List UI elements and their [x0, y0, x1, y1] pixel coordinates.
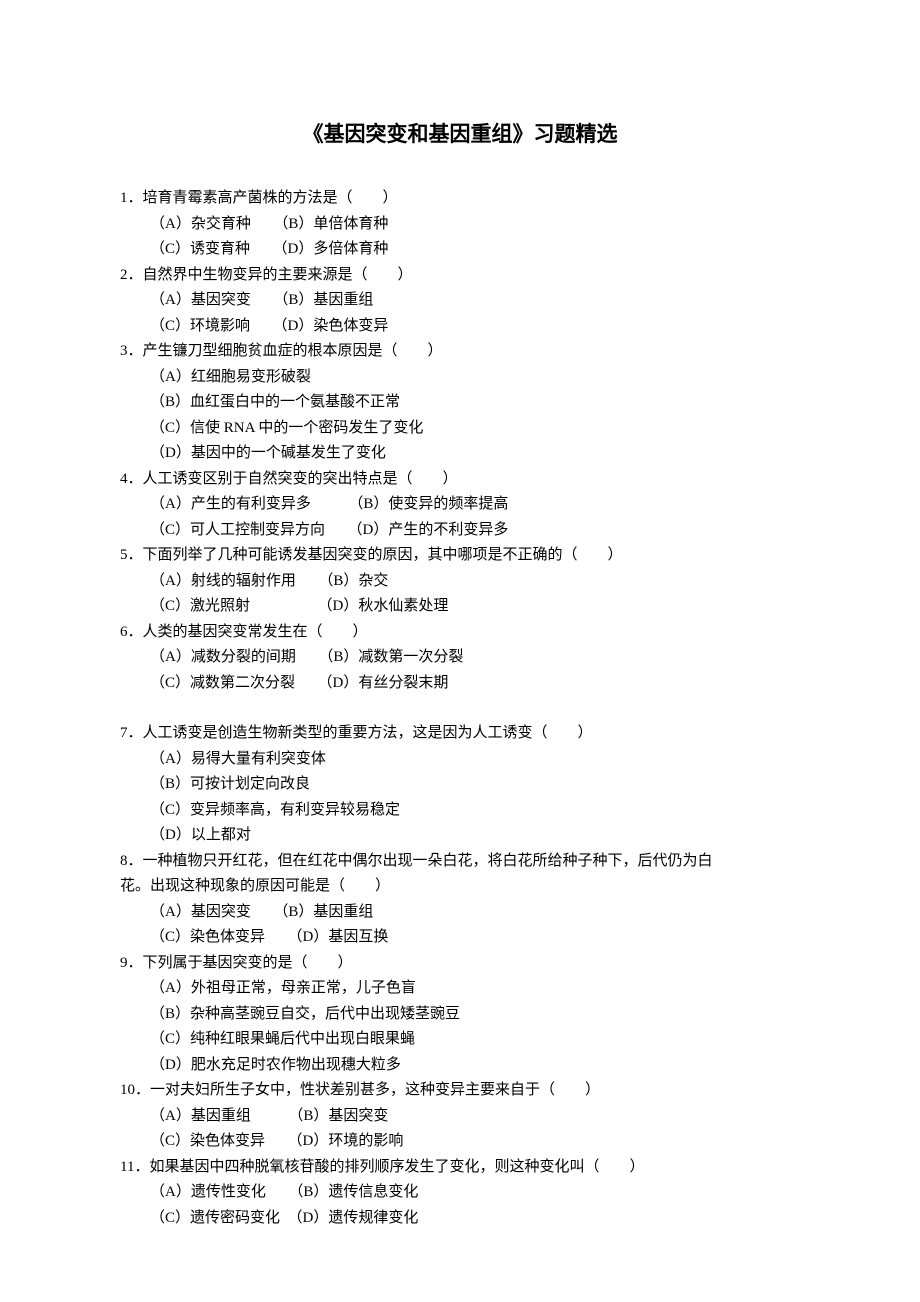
question-stem: 3．产生镰刀型细胞贫血症的根本原因是（ ）	[120, 339, 800, 365]
option-line: （C）减数第二次分裂 （D）有丝分裂末期	[120, 671, 800, 697]
option-line: （A）遗传性变化 （B）遗传信息变化	[120, 1180, 800, 1206]
option-line: （A）红细胞易变形破裂	[120, 365, 800, 391]
question-stem: 7．人工诱变是创造生物新类型的重要方法，这是因为人工诱变（ ）	[120, 721, 800, 747]
option-line: （D）基因中的一个碱基发生了变化	[120, 441, 800, 467]
option-line: （C）环境影响 （D）染色体变异	[120, 314, 800, 340]
option-line: （A）杂交育种 （B）单倍体育种	[120, 212, 800, 238]
option-line: （C）信使 RNA 中的一个密码发生了变化	[120, 416, 800, 442]
question-stem: 6．人类的基因突变常发生在（ ）	[120, 620, 800, 646]
option-line: （B）可按计划定向改良	[120, 772, 800, 798]
page-title: 《基因突变和基因重组》习题精选	[120, 118, 800, 148]
question-stem: 11．如果基因中四种脱氧核苷酸的排列顺序发生了变化，则这种变化叫（ ）	[120, 1155, 800, 1181]
question-stem: 4．人工诱变区别于自然突变的突出特点是（ ）	[120, 467, 800, 493]
question-stem-cont: 花。出现这种现象的原因可能是（ ）	[120, 874, 800, 900]
option-line: （A）基因突变 （B）基因重组	[120, 900, 800, 926]
option-line: （C）染色体变异 （D）基因互换	[120, 925, 800, 951]
option-line: （C）诱变育种 （D）多倍体育种	[120, 237, 800, 263]
option-line: （C）可人工控制变异方向 （D）产生的不利变异多	[120, 518, 800, 544]
option-line: （A）减数分裂的间期 （B）减数第一次分裂	[120, 645, 800, 671]
option-line: （A）射线的辐射作用 （B）杂交	[120, 569, 800, 595]
option-line: （C）纯种红眼果蝇后代中出现白眼果蝇	[120, 1027, 800, 1053]
question-stem: 10．一对夫妇所生子女中，性状差别甚多，这种变异主要来自于（ ）	[120, 1078, 800, 1104]
option-line: （B）血红蛋白中的一个氨基酸不正常	[120, 390, 800, 416]
question-stem: 1．培育青霉素高产菌株的方法是（ ）	[120, 186, 800, 212]
option-line: （D）肥水充足时农作物出现穗大粒多	[120, 1053, 800, 1079]
option-line: （A）易得大量有利突变体	[120, 747, 800, 773]
option-line: （A）外祖母正常，母亲正常，儿子色盲	[120, 976, 800, 1002]
option-line: （A）基因重组 （B）基因突变	[120, 1104, 800, 1130]
option-line: （A）基因突变 （B）基因重组	[120, 288, 800, 314]
option-line: （C）染色体变异 （D）环境的影响	[120, 1129, 800, 1155]
question-list: 1．培育青霉素高产菌株的方法是（ ）（A）杂交育种 （B）单倍体育种（C）诱变育…	[120, 186, 800, 1231]
option-line: （C）变异频率高，有利变异较易稳定	[120, 798, 800, 824]
question-stem: 9．下列属于基因突变的是（ ）	[120, 951, 800, 977]
option-line: （C）激光照射 （D）秋水仙素处理	[120, 594, 800, 620]
question-stem: 5．下面列举了几种可能诱发基因突变的原因，其中哪项是不正确的（ ）	[120, 543, 800, 569]
option-line: （B）杂种高茎豌豆自交，后代中出现矮茎豌豆	[120, 1002, 800, 1028]
option-line: （C）遗传密码变化 （D）遗传规律变化	[120, 1206, 800, 1232]
option-line: （D）以上都对	[120, 823, 800, 849]
option-line: （A）产生的有利变异多 （B）使变异的频率提高	[120, 492, 800, 518]
question-stem: 8．一种植物只开红花，但在红花中偶尔出现一朵白花，将白花所给种子种下，后代仍为白	[120, 849, 800, 875]
spacer	[120, 696, 800, 721]
question-stem: 2．自然界中生物变异的主要来源是（ ）	[120, 263, 800, 289]
